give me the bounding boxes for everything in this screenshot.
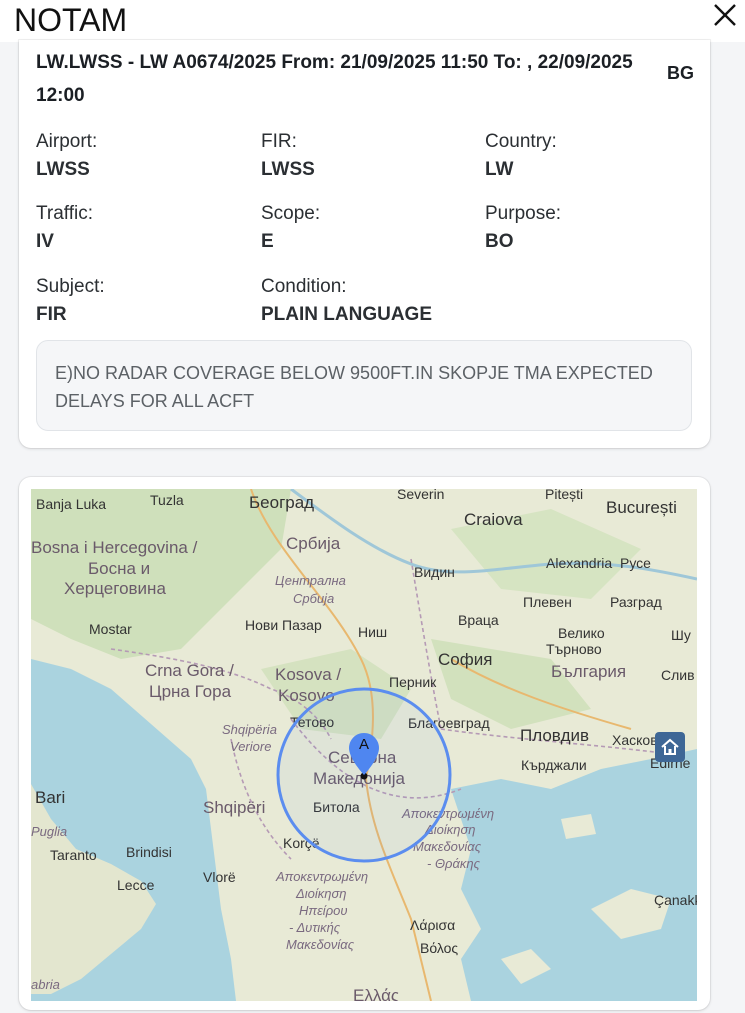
dialog-title: NOTAM (14, 2, 128, 38)
notam-headline: LW.LWSS - LW A0674/2025 From: 21/09/2025… (36, 52, 633, 106)
field-label: Country: (485, 131, 557, 152)
field-label: Airport: (36, 131, 98, 152)
field-country: Country: LW (485, 130, 557, 182)
field-subject: Subject: FIR (36, 275, 105, 327)
field-value: LWSS (36, 159, 90, 180)
field-purpose: Purpose: BO (485, 202, 561, 254)
field-condition: Condition: PLAIN LANGUAGE (261, 275, 432, 327)
field-value: FIR (36, 304, 67, 325)
notam-headline-tag: BG (667, 63, 694, 83)
field-scope: Scope: E (261, 202, 320, 254)
field-value: PLAIN LANGUAGE (261, 304, 432, 325)
field-label: FIR: (261, 131, 297, 152)
field-fir: FIR: LWSS (261, 130, 315, 182)
field-label: Scope: (261, 203, 321, 224)
field-traffic: Traffic: IV (36, 202, 93, 254)
field-value: E (261, 231, 274, 252)
field-label: Condition: (261, 276, 347, 297)
field-value: BO (485, 231, 514, 252)
field-value: LW (485, 159, 514, 180)
home-icon[interactable] (655, 732, 685, 762)
marker-label: A (358, 736, 369, 753)
close-icon[interactable] (708, 0, 740, 32)
field-label: Purpose: (485, 203, 562, 224)
field-label: Traffic: (36, 203, 94, 224)
notam-remark: E)NO RADAR COVERAGE BELOW 9500FT.IN SKOP… (36, 340, 692, 431)
map-view[interactable]: Banja Luka Tuzla Београд Severin Pitești… (31, 489, 697, 1001)
field-value: LWSS (261, 159, 315, 180)
field-value: IV (36, 231, 54, 252)
field-label: Subject: (36, 276, 105, 297)
notam-marker[interactable]: A (349, 733, 379, 775)
field-airport: Airport: LWSS (36, 130, 97, 182)
